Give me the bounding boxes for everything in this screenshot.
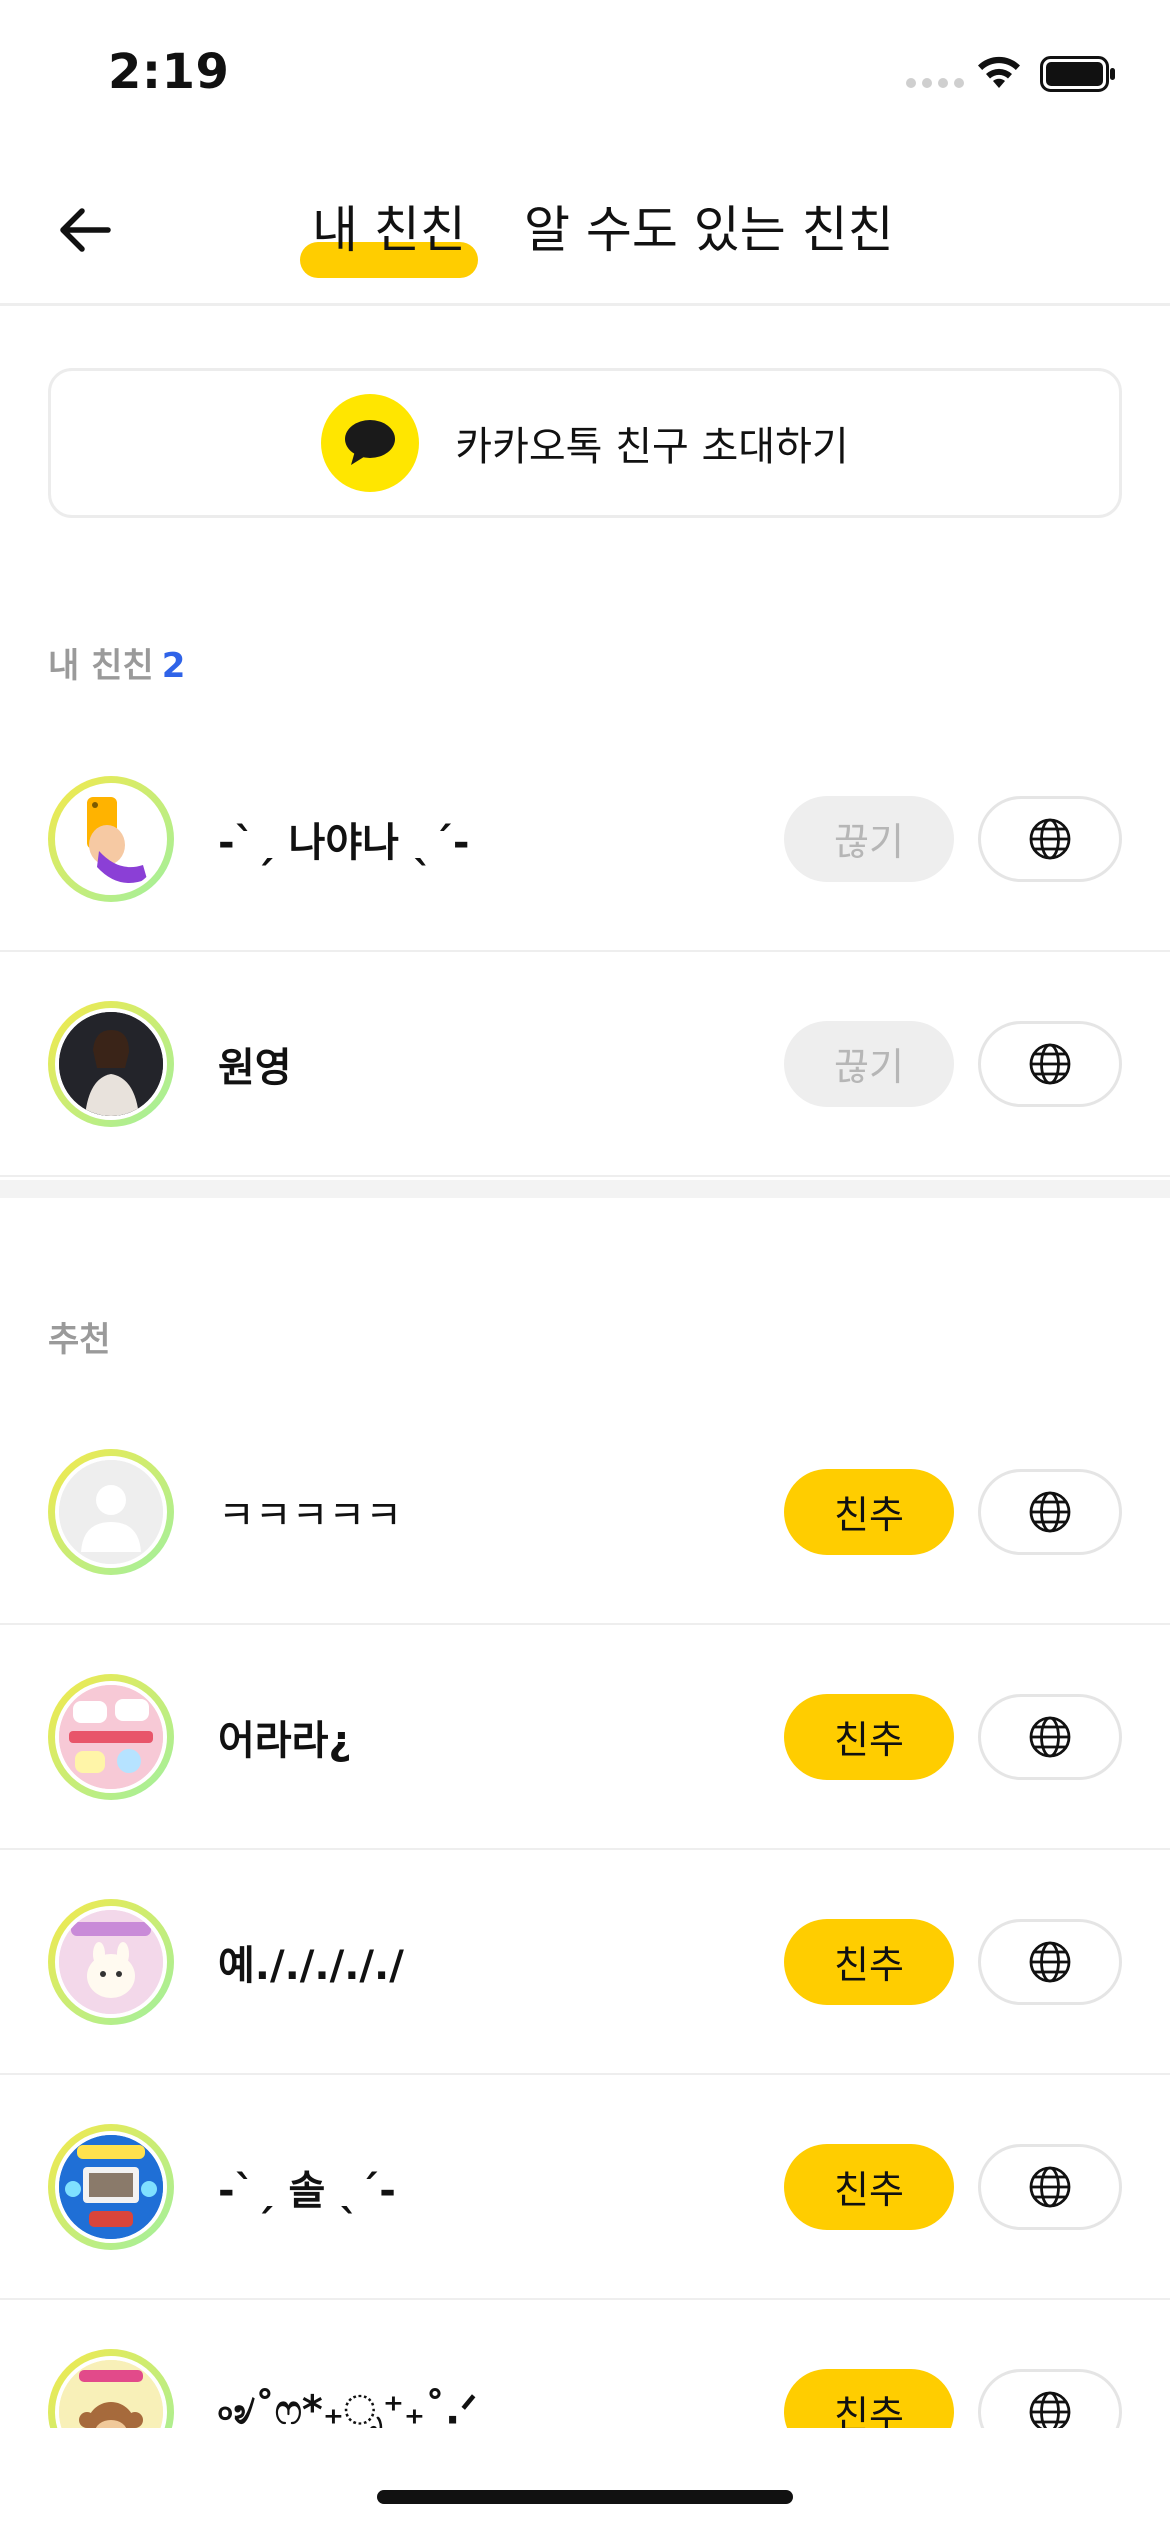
recommend-row[interactable]: ㅋㅋㅋㅋㅋ 친추 <box>0 1400 1170 1625</box>
globe-button[interactable] <box>978 795 1122 882</box>
cellular-signal-icon <box>906 78 964 88</box>
back-button[interactable] <box>48 194 120 266</box>
unfriend-button[interactable]: 끊기 <box>784 795 954 882</box>
default-avatar-icon <box>59 1459 163 1564</box>
invite-label: 카카오톡 친구 초대하기 <box>455 424 849 470</box>
sticker-avatar <box>59 1909 163 2014</box>
avatar[interactable] <box>48 1898 174 2025</box>
tab-my-friends-label: 내 친친 <box>312 201 466 259</box>
status-time: 2:19 <box>108 44 230 100</box>
friend-row[interactable]: 원영 끊기 <box>0 952 1170 1177</box>
globe-icon <box>1029 2166 1071 2207</box>
recommend-row[interactable]: 어라라¿ 친추 <box>0 1625 1170 1850</box>
kakaotalk-bubble-icon <box>321 394 420 492</box>
globe-icon <box>1029 818 1071 859</box>
bottom-safe-area <box>0 2428 1170 2532</box>
status-bar: 2:19 <box>0 0 1170 140</box>
avatar[interactable] <box>48 1673 174 1800</box>
recommend-name: ㅋㅋㅋㅋㅋ <box>218 1492 402 1539</box>
add-friend-button[interactable]: 친추 <box>784 1918 954 2005</box>
tab-my-friends[interactable]: 내 친친 <box>300 190 478 278</box>
arrow-left-icon <box>60 208 111 252</box>
globe-icon <box>1029 2391 1071 2432</box>
recommend-name: 예./././././ <box>218 1942 404 1989</box>
screen: 2:19 내 친친 알 수도 있는 친친 카카오톡 친구 초대하기 내 친친 2… <box>0 0 1170 2532</box>
globe-icon <box>1029 1043 1071 1084</box>
globe-icon <box>1029 1716 1071 1757</box>
globe-button[interactable] <box>978 1693 1122 1780</box>
globe-button[interactable] <box>978 2143 1122 2230</box>
sticker-avatar <box>59 2134 163 2239</box>
avatar[interactable] <box>48 2123 174 2250</box>
avatar[interactable] <box>48 775 174 902</box>
my-friends-count: 2 <box>161 646 186 686</box>
battery-icon <box>1040 56 1115 92</box>
wifi-icon <box>978 56 1020 88</box>
home-indicator[interactable] <box>377 2490 793 2504</box>
my-friends-title: 내 친친 <box>48 646 154 686</box>
add-friend-button[interactable]: 친추 <box>784 2143 954 2230</box>
tab-people-you-may-know[interactable]: 알 수도 있는 친친 <box>524 190 894 262</box>
hand-phone-emoji-icon <box>87 796 147 883</box>
section-divider <box>0 1180 1170 1198</box>
recommend-section-title: 추천 <box>48 1320 111 1360</box>
recommend-row[interactable]: -ˋˏ 솔 ˎˊ- 친추 <box>0 2075 1170 2300</box>
friend-name: -ˋˏ 나야나 ˎˊ- <box>218 819 470 866</box>
avatar[interactable] <box>48 1000 174 1127</box>
recommend-name: -ˋˏ 솔 ˎˊ- <box>218 2167 396 2214</box>
invite-kakaotalk-button[interactable]: 카카오톡 친구 초대하기 <box>48 368 1122 518</box>
unfriend-button[interactable]: 끊기 <box>784 1020 954 1107</box>
add-friend-button[interactable]: 친추 <box>784 1693 954 1780</box>
profile-photo <box>59 1011 163 1116</box>
add-friend-button[interactable]: 친추 <box>784 1468 954 1555</box>
globe-icon <box>1029 1941 1071 1982</box>
friend-name: 원영 <box>218 1044 292 1091</box>
sticker-avatar <box>59 1684 163 1789</box>
my-friends-section-title: 내 친친 2 <box>48 638 185 687</box>
top-nav: 내 친친 알 수도 있는 친친 <box>0 150 1170 306</box>
globe-icon <box>1029 1491 1071 1532</box>
avatar[interactable] <box>48 1448 174 1575</box>
recommend-row[interactable]: 예./././././ 친추 <box>0 1850 1170 2075</box>
globe-button[interactable] <box>978 1468 1122 1555</box>
friend-row[interactable]: -ˋˏ 나야나 ˎˊ- 끊기 <box>0 727 1170 952</box>
globe-button[interactable] <box>978 1020 1122 1107</box>
recommend-name: 어라라¿ <box>218 1717 352 1764</box>
globe-button[interactable] <box>978 1918 1122 2005</box>
tab-people-you-may-know-label: 알 수도 있는 친친 <box>524 201 894 259</box>
